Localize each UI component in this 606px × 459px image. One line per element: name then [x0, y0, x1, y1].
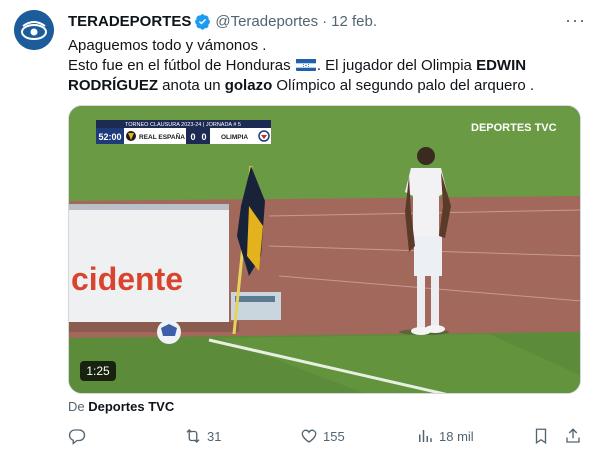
display-name[interactable]: TERADEPORTES [68, 13, 191, 30]
tweet-text-end: Olímpico al segundo palo del arquero . [276, 77, 535, 94]
ad-board-text: cidente [71, 261, 183, 297]
verified-badge-icon [195, 13, 211, 30]
honduras-flag-icon [295, 58, 316, 71]
like-count: 155 [323, 428, 345, 444]
share-icon [566, 428, 580, 443]
retweet-button[interactable]: 31 [184, 427, 221, 445]
handle[interactable]: @Teradeportes [215, 13, 318, 30]
source-name[interactable]: Deportes TVC [88, 399, 174, 414]
share-button[interactable] [564, 427, 582, 445]
reply-icon [68, 429, 86, 445]
separator-dot: · [322, 12, 328, 30]
avatar[interactable] [14, 10, 54, 50]
tweet-header: TERADEPORTES @Teradeportes · 12 feb. [68, 11, 586, 31]
retweet-count: 31 [207, 428, 222, 444]
more-options-icon[interactable]: ··· [565, 10, 586, 31]
source-prefix: De [68, 399, 85, 414]
tweet-text: Apaguemos todo y vámonos . Esto fue en e… [68, 36, 588, 96]
video-frame: cidente TORNEO CLAUSURA 2023-24 | JORNAD… [69, 106, 580, 393]
goal-word: golazo [224, 77, 273, 94]
reply-button[interactable] [68, 427, 91, 445]
tweet-date[interactable]: 12 feb. [331, 13, 377, 30]
tweet-line-2: Esto fue en el fútbol de Honduras . El j… [68, 56, 588, 96]
tweet-actions: 31 155 18 mil [68, 427, 584, 449]
tweet-text-post: . El jugador del Olimpia [316, 57, 472, 74]
broadcaster-logo: DEPORTES TVC [471, 122, 557, 134]
heart-icon [301, 429, 317, 443]
video-player[interactable]: cidente TORNEO CLAUSURA 2023-24 | JORNAD… [68, 105, 581, 394]
home-team: REAL ESPAÑA [139, 132, 185, 141]
tweet-line-1: Apaguemos todo y vámonos . [68, 37, 267, 54]
away-team: OLIMPIA [221, 134, 248, 141]
away-score: 0 [201, 132, 206, 142]
tweet-text-pre: Esto fue en el fútbol de Honduras [68, 57, 291, 74]
scorebug-title: TORNEO CLAUSURA 2023-24 | JORNADA # 5 [125, 122, 241, 128]
media-source: De Deportes TVC [68, 399, 174, 414]
views-count: 18 mil [439, 428, 474, 444]
bookmark-button[interactable] [532, 427, 550, 445]
views-chart-icon [419, 430, 432, 442]
video-duration: 1:25 [86, 364, 110, 378]
home-score: 0 [190, 132, 195, 142]
views-button[interactable]: 18 mil [416, 427, 474, 445]
like-button[interactable]: 155 [300, 427, 345, 445]
tweet-text-mid: anota un [162, 77, 221, 94]
bookmark-icon [535, 428, 547, 445]
match-clock: 52:00 [98, 132, 121, 142]
retweet-icon [186, 429, 200, 443]
teradeportes-logo-icon [14, 10, 54, 50]
